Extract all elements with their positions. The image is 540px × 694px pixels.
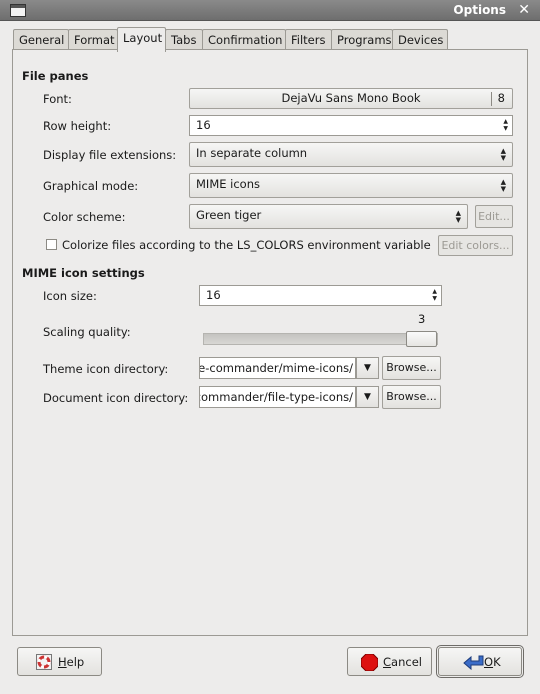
- icon-size-label: Icon size:: [43, 289, 97, 303]
- tab-format[interactable]: Format: [68, 29, 118, 51]
- updown-icon: ▲ ▼: [500, 178, 506, 193]
- slider-handle[interactable]: [406, 331, 437, 347]
- row-height-stepper[interactable]: 16 ▲ ▼: [189, 115, 513, 136]
- window-menu-icon[interactable]: [10, 4, 26, 17]
- graphical-mode-value: MIME icons: [196, 177, 260, 191]
- tab-tabs[interactable]: Tabs: [165, 29, 203, 51]
- doc-dir-input[interactable]: /usr/share/gnome-commander/file-type-ico…: [199, 386, 356, 408]
- scaling-quality-slider[interactable]: [203, 331, 438, 347]
- help-button[interactable]: Help: [17, 647, 102, 676]
- icon-size-value: 16: [206, 288, 221, 302]
- theme-dir-input[interactable]: /usr/share/gnome-commander/mime-icons: [199, 357, 356, 379]
- row-height-label: Row height:: [43, 119, 112, 133]
- extensions-label: Display file extensions:: [43, 148, 177, 162]
- font-name: DejaVu Sans Mono Book: [281, 91, 421, 105]
- tab-filters[interactable]: Filters: [285, 29, 332, 51]
- doc-dir-browse-button[interactable]: Browse...: [382, 385, 441, 409]
- theme-dir-label: Theme icon directory:: [43, 362, 169, 376]
- tab-devices[interactable]: Devices: [392, 29, 448, 51]
- font-separator: [491, 92, 492, 106]
- edit-colors-button[interactable]: Edit colors...: [438, 235, 513, 256]
- colorize-label[interactable]: Colorize files according to the LS_COLOR…: [62, 238, 431, 252]
- row-height-value: 16: [196, 118, 211, 132]
- cancel-label: Cancel: [383, 655, 422, 669]
- tab-layout[interactable]: Layout: [117, 27, 166, 52]
- font-label: Font:: [43, 92, 72, 106]
- color-scheme-select[interactable]: Green tiger ▲ ▼: [189, 204, 468, 229]
- scaling-quality-label: Scaling quality:: [43, 325, 131, 339]
- file-panes-heading: File panes: [22, 69, 89, 83]
- updown-icon: ▲ ▼: [500, 147, 506, 162]
- ok-return-arrow-icon: [463, 655, 484, 671]
- tab-programs[interactable]: Programs: [331, 29, 393, 51]
- theme-dir-browse-button[interactable]: Browse...: [382, 356, 441, 380]
- icon-size-stepper[interactable]: 16 ▲ ▼: [199, 285, 442, 306]
- ok-button[interactable]: OK: [436, 645, 524, 678]
- help-label: Help: [58, 655, 85, 669]
- window-title: Options: [453, 3, 506, 17]
- graphical-mode-label: Graphical mode:: [43, 179, 139, 193]
- cancel-button[interactable]: Cancel: [347, 647, 432, 676]
- edit-scheme-button[interactable]: Edit...: [475, 205, 513, 228]
- tab-confirmation[interactable]: Confirmation: [202, 29, 286, 51]
- ok-label: OK: [484, 655, 501, 669]
- spin-arrows-icon[interactable]: ▲ ▼: [432, 288, 437, 302]
- font-size: 8: [497, 91, 505, 105]
- close-icon[interactable]: ✕: [518, 2, 530, 18]
- title-bar[interactable]: Options ✕: [0, 0, 540, 21]
- extensions-select[interactable]: In separate column ▲ ▼: [189, 142, 513, 167]
- doc-dir-label: Document icon directory:: [43, 391, 189, 405]
- graphical-mode-select[interactable]: MIME icons ▲ ▼: [189, 173, 513, 198]
- colorize-checkbox[interactable]: [46, 239, 57, 250]
- theme-dir-dropdown-icon[interactable]: ▼: [356, 357, 379, 379]
- spin-arrows-icon[interactable]: ▲ ▼: [503, 118, 508, 132]
- cancel-stop-icon: [361, 654, 378, 671]
- help-lifebuoy-icon: [36, 654, 52, 670]
- font-picker-button[interactable]: DejaVu Sans Mono Book 8: [189, 88, 513, 109]
- tab-general[interactable]: General: [13, 29, 69, 51]
- updown-icon: ▲ ▼: [455, 209, 461, 224]
- mime-heading: MIME icon settings: [22, 266, 145, 280]
- color-scheme-label: Color scheme:: [43, 210, 126, 224]
- color-scheme-value: Green tiger: [196, 208, 262, 222]
- extensions-value: In separate column: [196, 146, 308, 160]
- doc-dir-dropdown-icon[interactable]: ▼: [356, 386, 379, 408]
- scaling-quality-value: 3: [418, 312, 426, 326]
